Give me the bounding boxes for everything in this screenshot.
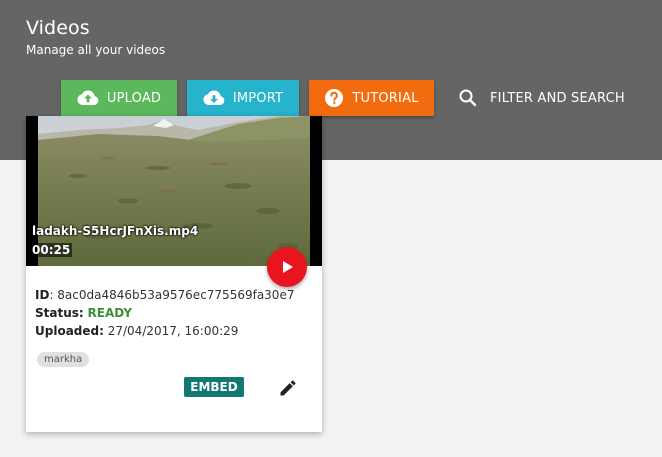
import-button-label: IMPORT — [232, 90, 284, 106]
search-icon — [459, 89, 477, 107]
video-filename: ladakh-S5HcrJFnXis.mp4 — [32, 224, 199, 238]
status-badge: READY — [87, 306, 133, 320]
filter-and-search-label: FILTER AND SEARCH — [490, 90, 625, 106]
cloud-download-icon — [203, 90, 225, 105]
thumbnail-image — [38, 116, 310, 266]
video-uploaded-row: Uploaded: 27/04/2017, 16:00:29 — [35, 324, 238, 338]
video-id-label: ID — [35, 288, 50, 302]
video-uploaded-label: Uploaded: — [35, 324, 104, 338]
video-tag[interactable]: markha — [37, 352, 90, 367]
import-button[interactable]: IMPORT — [187, 80, 299, 116]
embed-button[interactable]: EMBED — [184, 377, 244, 397]
video-duration: 00:25 — [30, 243, 73, 257]
video-id: 8ac0da4846b53a9576ec775569fa30e7 — [57, 288, 295, 302]
play-button[interactable] — [267, 247, 307, 287]
cloud-upload-icon — [77, 90, 99, 105]
page-title: Videos — [26, 17, 90, 39]
tutorial-button[interactable]: TUTORIAL — [309, 80, 434, 116]
edit-button[interactable] — [278, 378, 298, 402]
upload-button-label: UPLOAD — [106, 90, 162, 106]
video-thumbnail[interactable]: ladakh-S5HcrJFnXis.mp4 00:25 — [26, 116, 322, 266]
video-status-row: Status: READY — [35, 306, 132, 320]
filter-and-search-button[interactable]: FILTER AND SEARCH — [458, 80, 625, 116]
video-card: ladakh-S5HcrJFnXis.mp4 00:25 ID: 8ac0da4… — [26, 116, 322, 432]
video-id-row: ID: 8ac0da4846b53a9576ec775569fa30e7 — [35, 288, 295, 302]
video-uploaded-date: 27/04/2017, 16:00:29 — [107, 324, 239, 338]
help-circle-icon — [325, 89, 344, 107]
upload-button[interactable]: UPLOAD — [61, 80, 177, 116]
pencil-icon — [280, 380, 296, 396]
tutorial-button-label: TUTORIAL — [352, 90, 419, 106]
page-subtitle: Manage all your videos — [26, 43, 166, 57]
video-status-label: Status: — [35, 306, 84, 320]
play-icon — [283, 261, 293, 273]
